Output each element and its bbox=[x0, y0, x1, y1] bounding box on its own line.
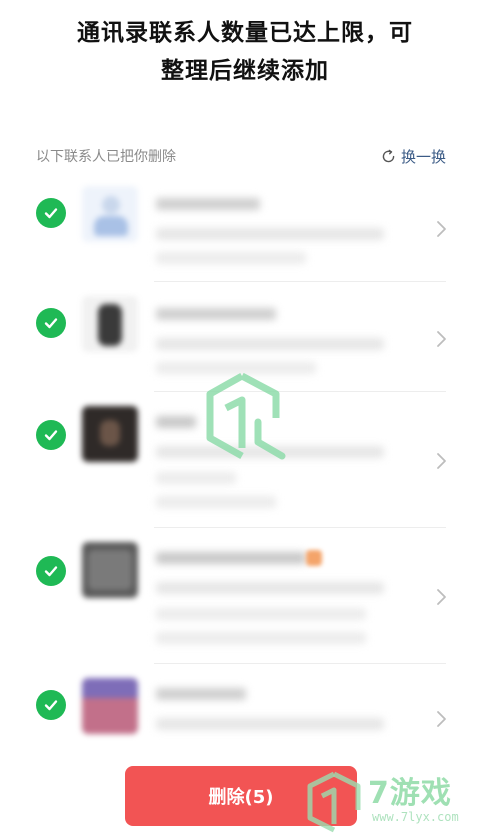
check-icon bbox=[44, 700, 58, 711]
contact-row[interactable] bbox=[0, 528, 490, 664]
avatar bbox=[82, 186, 138, 242]
delete-button-label: 删除(5) bbox=[208, 787, 274, 808]
checkbox-checked[interactable] bbox=[36, 308, 66, 338]
check-icon bbox=[44, 318, 58, 329]
contact-name-blurred bbox=[156, 552, 306, 564]
avatar bbox=[82, 542, 138, 598]
brand-url: www.7lyx.com bbox=[372, 810, 459, 824]
contact-detail-blurred bbox=[156, 608, 366, 620]
checkbox-checked[interactable] bbox=[36, 420, 66, 450]
avatar bbox=[82, 296, 138, 352]
brand-name: 7游戏 bbox=[368, 776, 452, 811]
contact-name-blurred bbox=[156, 416, 196, 428]
contact-detail-blurred bbox=[156, 338, 384, 350]
deleted-by-label: 以下联系人已把你删除 bbox=[36, 149, 176, 165]
checkbox-checked[interactable] bbox=[36, 690, 66, 720]
checkbox-checked[interactable] bbox=[36, 198, 66, 228]
contact-detail-blurred bbox=[156, 228, 384, 240]
header-title-line1: 通讯录联系人数量已达上限，可 bbox=[77, 20, 413, 46]
contact-detail-blurred bbox=[156, 718, 384, 730]
contact-detail-blurred bbox=[156, 632, 366, 644]
list-subheader: 以下联系人已把你删除 换一换 bbox=[36, 142, 446, 170]
refresh-button[interactable]: 换一换 bbox=[380, 146, 446, 167]
check-icon bbox=[44, 208, 58, 219]
checkbox-checked[interactable] bbox=[36, 556, 66, 586]
chevron-right-icon bbox=[437, 453, 446, 469]
check-icon bbox=[44, 566, 58, 577]
check-icon bbox=[44, 430, 58, 441]
contact-name-blurred bbox=[156, 308, 276, 320]
contact-detail-blurred bbox=[156, 252, 306, 264]
page-header: 通讯录联系人数量已达上限，可 整理后继续添加 bbox=[0, 14, 490, 90]
contact-name-blurred bbox=[156, 688, 246, 700]
contact-detail-blurred bbox=[156, 496, 276, 508]
contact-badge-blurred bbox=[306, 550, 322, 566]
contact-detail-blurred bbox=[156, 472, 236, 484]
chevron-right-icon bbox=[437, 331, 446, 347]
chevron-right-icon bbox=[437, 221, 446, 237]
avatar bbox=[82, 406, 138, 462]
contact-row[interactable] bbox=[0, 172, 490, 282]
refresh-label: 换一换 bbox=[400, 147, 446, 166]
watermark-logo-icon bbox=[206, 372, 286, 460]
contact-detail-blurred bbox=[156, 582, 384, 594]
avatar bbox=[82, 678, 138, 734]
refresh-icon bbox=[382, 149, 395, 162]
chevron-right-icon bbox=[437, 589, 446, 605]
contact-row[interactable] bbox=[0, 664, 490, 764]
chevron-right-icon bbox=[437, 711, 446, 727]
header-title-line2: 整理后继续添加 bbox=[161, 58, 329, 84]
contact-name-blurred bbox=[156, 198, 260, 210]
